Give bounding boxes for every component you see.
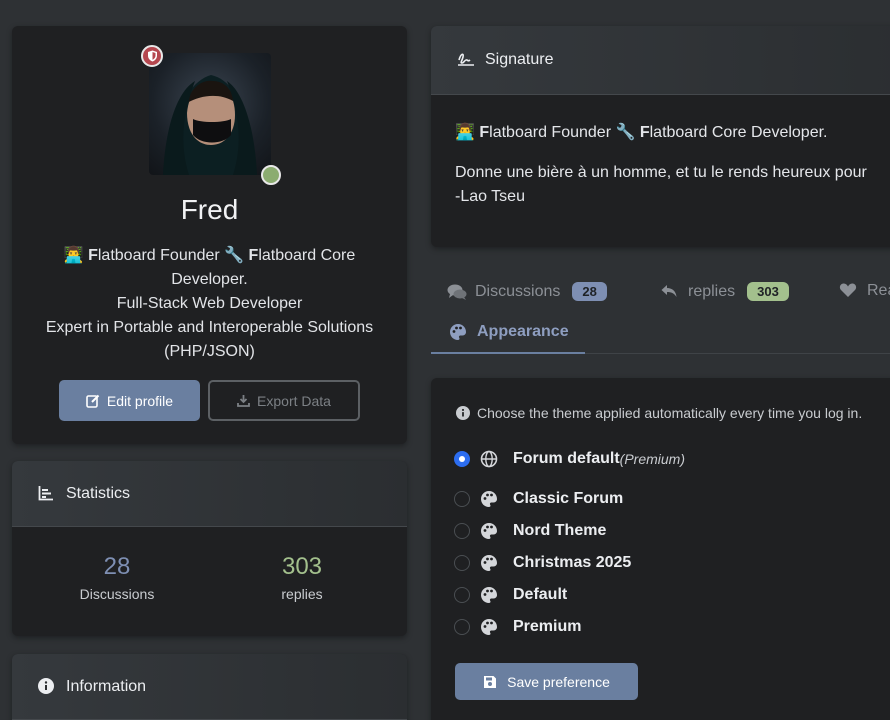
profile-tabs: Discussions 28 replies 303 Rea Appea [431, 270, 890, 354]
bio-letter: F [88, 247, 98, 264]
edit-icon [86, 394, 100, 408]
avatar[interactable] [149, 53, 271, 175]
stat-replies: 303 replies [227, 553, 377, 602]
signature-quote-text: Donne une bière à un homme, et tu le ren… [455, 164, 867, 181]
reply-icon [660, 283, 680, 301]
signature-letter: F [479, 124, 490, 141]
theme-radio[interactable] [454, 555, 470, 571]
theme-label: Forum default [513, 450, 620, 467]
signature-letter: F [639, 124, 650, 141]
theme-radio[interactable] [454, 587, 470, 603]
theme-radio[interactable] [454, 619, 470, 635]
signature-body: 👨‍💻 Flatboard Founder 🔧 Flatboard Core D… [431, 95, 890, 235]
save-preference-button[interactable]: Save preference [455, 663, 638, 700]
floppy-disk-icon [484, 675, 497, 688]
avatar-wrap [141, 45, 281, 185]
download-icon [237, 395, 250, 407]
palette-icon [480, 586, 498, 604]
info-circle-icon [456, 406, 470, 420]
profile-card: Fred 👨‍💻 Flatboard Founder 🔧 Flatboard C… [12, 26, 407, 444]
signature-text: latboard Core Developer. [649, 124, 828, 141]
information-card: Information [12, 654, 407, 720]
online-status-dot [261, 165, 281, 185]
bio-text: latboard Founder 🔧 [97, 247, 249, 264]
palette-icon [480, 490, 498, 508]
replies-count-badge: 303 [747, 282, 789, 301]
bio-letter: F [248, 247, 259, 264]
palette-icon [480, 618, 498, 636]
theme-option[interactable]: Premium [454, 618, 581, 636]
theme-label: Classic Forum [513, 490, 624, 507]
appearance-hint-text: Choose the theme applied automatically e… [477, 405, 863, 421]
stat-discussions: 28 Discussions [42, 553, 192, 602]
comments-icon [447, 283, 467, 301]
theme-option[interactable]: Christmas 2025 [454, 554, 631, 572]
avatar-image [163, 75, 257, 175]
save-preference-label: Save preference [507, 673, 610, 690]
theme-premium-note: (Premium) [619, 451, 686, 467]
signature-text: latboard Founder 🔧 [489, 124, 640, 141]
theme-option[interactable]: Forum default (Premium) [454, 450, 685, 468]
theme-radio[interactable] [454, 451, 470, 467]
signature-quote: Donne une bière à un homme, et tu le ren… [455, 161, 887, 209]
theme-radio[interactable] [454, 523, 470, 539]
tab-reactions[interactable]: Rea [839, 282, 890, 300]
discussions-count-badge: 28 [572, 282, 607, 301]
tab-appearance[interactable]: Appearance [449, 323, 569, 341]
signature-emoji: 👨‍💻 [455, 124, 480, 141]
signature-header: Signature [431, 26, 890, 95]
signature-icon [457, 51, 475, 69]
appearance-card: Choose the theme applied automatically e… [431, 378, 890, 720]
signature-author: -Lao Tseu [455, 188, 525, 205]
signature-card: Signature 👨‍💻 Flatboard Founder 🔧 Flatbo… [431, 26, 890, 247]
theme-label: Premium [513, 618, 582, 635]
export-data-button[interactable]: Export Data [208, 380, 360, 421]
palette-icon [480, 554, 498, 572]
theme-label: Nord Theme [513, 522, 607, 539]
tab-reactions-label: Rea [867, 282, 890, 299]
globe-icon [480, 450, 498, 468]
theme-option[interactable]: Classic Forum [454, 490, 623, 508]
statistics-header: Statistics [12, 461, 407, 527]
stat-replies-label: replies [281, 586, 323, 602]
signature-title: Signature [485, 51, 554, 68]
tab-appearance-label: Appearance [477, 323, 569, 340]
bio-emoji: 👨‍💻 [63, 247, 89, 264]
info-circle-icon [38, 677, 56, 696]
appearance-hint: Choose the theme applied automatically e… [456, 405, 862, 421]
tab-replies-label: replies [688, 282, 736, 300]
profile-username: Fred [180, 194, 239, 225]
information-title: Information [66, 677, 147, 695]
edit-profile-label: Edit profile [106, 392, 174, 409]
theme-label: Christmas 2025 [513, 554, 632, 571]
palette-icon [480, 522, 498, 540]
information-header: Information [12, 654, 407, 720]
tab-discussions[interactable]: Discussions 28 [447, 282, 607, 301]
statistics-title: Statistics [66, 484, 131, 502]
profile-bio: 👨‍💻 Flatboard Founder 🔧 Flatboard Core D… [30, 244, 389, 364]
heart-icon [839, 282, 859, 300]
export-data-label: Export Data [257, 392, 331, 409]
tab-replies[interactable]: replies 303 [660, 282, 789, 301]
shield-icon [147, 50, 157, 62]
stat-discussions-count: 28 [103, 553, 131, 580]
theme-label: Default [513, 586, 568, 603]
theme-radio[interactable] [454, 491, 470, 507]
theme-option[interactable]: Default [454, 586, 567, 604]
bio-line-2: Full-Stack Web Developer [116, 295, 303, 312]
edit-profile-button[interactable]: Edit profile [59, 380, 200, 421]
active-tab-underline [431, 352, 585, 354]
signature-line-1: 👨‍💻 Flatboard Founder 🔧 Flatboard Core D… [455, 121, 887, 145]
statistics-card: Statistics 28 Discussions 303 replies [12, 461, 407, 636]
tab-discussions-label: Discussions [475, 282, 561, 300]
moderator-shield-badge [141, 45, 163, 67]
theme-option[interactable]: Nord Theme [454, 522, 606, 540]
bio-line-3: Expert in Portable and Interoperable Sol… [45, 319, 374, 360]
chart-bar-icon [38, 485, 56, 503]
stat-replies-count: 303 [281, 553, 323, 580]
palette-icon [449, 323, 469, 341]
stat-discussions-label: Discussions [79, 586, 155, 602]
